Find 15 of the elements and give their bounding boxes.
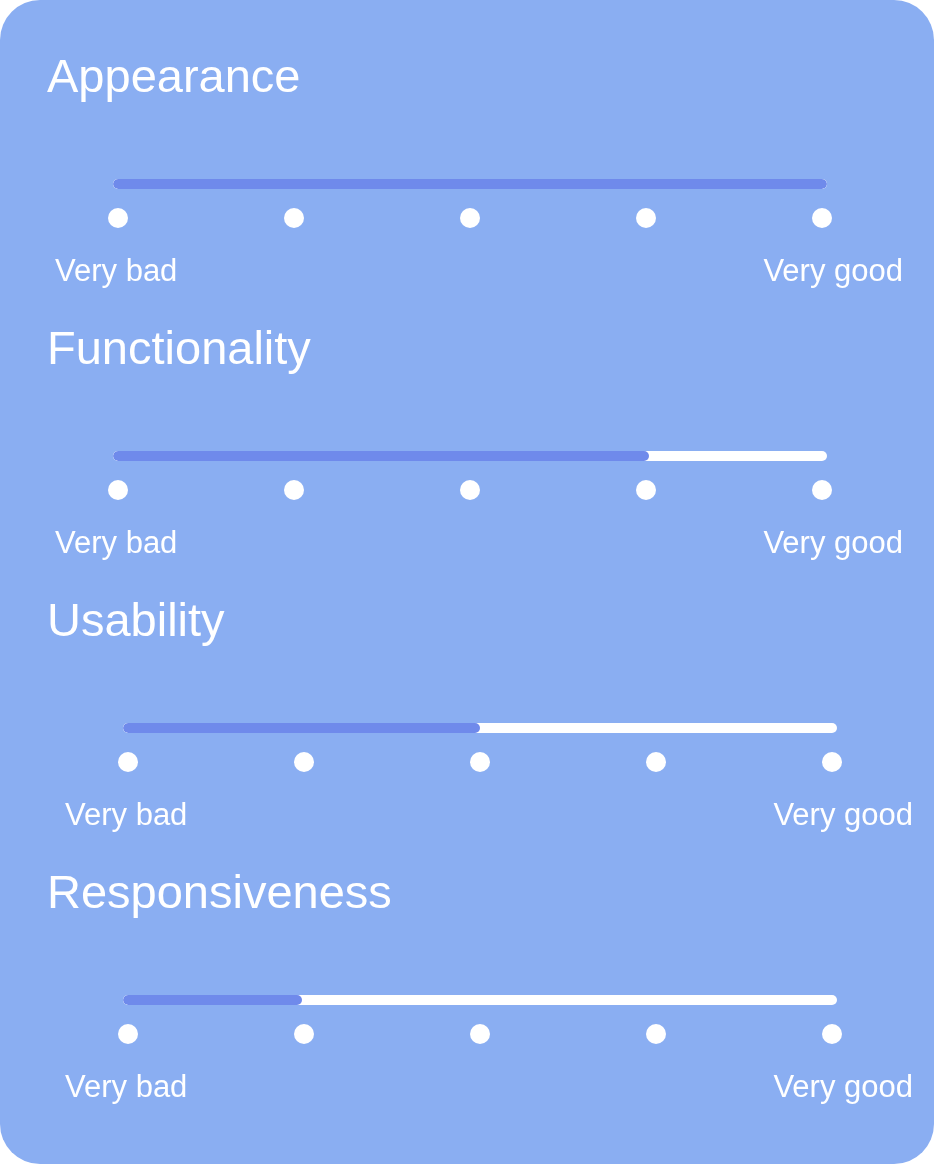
scale-max-label: Very good: [773, 1069, 913, 1105]
section-title: Appearance: [47, 49, 301, 103]
section-title: Functionality: [47, 321, 311, 375]
scale-min-label: Very bad: [55, 525, 178, 561]
scale-max-label: Very good: [773, 797, 913, 833]
scale-min-label: Very bad: [55, 253, 178, 289]
scale-max-label: Very good: [763, 253, 903, 289]
section-title: Responsiveness: [47, 865, 392, 919]
scale-min-label: Very bad: [65, 797, 188, 833]
scale-max-label: Very good: [763, 525, 903, 561]
slider-track[interactable]: [113, 451, 827, 461]
scale-min-label: Very bad: [65, 1069, 188, 1105]
slider-track[interactable]: [123, 995, 837, 1005]
section-title: Usability: [47, 593, 225, 647]
slider-track[interactable]: [123, 723, 837, 733]
